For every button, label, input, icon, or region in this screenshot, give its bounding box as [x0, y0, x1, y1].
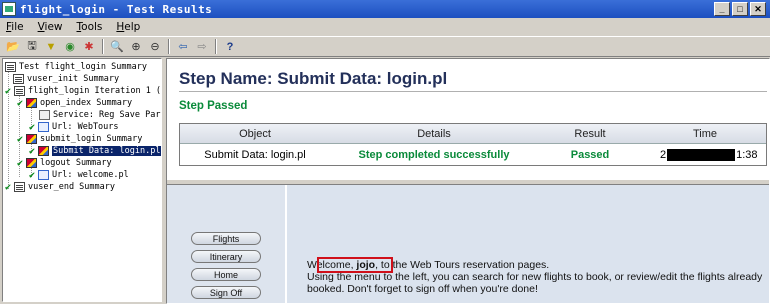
check-icon: ✔ [29, 145, 36, 157]
check-icon: ✔ [17, 157, 24, 169]
check-icon: ✔ [17, 97, 24, 109]
check-icon: ✔ [29, 121, 36, 133]
help-icon[interactable]: ? [221, 38, 239, 55]
search-icon[interactable]: ◉ [61, 38, 79, 55]
tree-item[interactable]: ✔ flight_login Iteration 1 (Ro [5, 85, 161, 97]
url-icon [38, 170, 49, 180]
time-suffix: 1:38 [736, 148, 758, 161]
tree-item[interactable]: ✔ open_index Summary [17, 97, 132, 109]
time-prefix: 2 [660, 148, 667, 161]
window-title: flight_login - Test Results [20, 2, 213, 16]
column-header: Details [417, 127, 451, 140]
result-cell: Passed [570, 148, 610, 161]
redaction-bar [667, 148, 736, 161]
column-header: Time [692, 127, 718, 140]
tree-item[interactable]: ✔ Url: WebTours [29, 121, 119, 133]
app-icon [2, 2, 16, 16]
action-step-icon [26, 98, 37, 108]
table-row: Submit Data: login.pl Step completed suc… [180, 144, 766, 165]
forward-arrow-icon[interactable]: ⇨ [193, 38, 211, 55]
menu-bar: File View Tools Help [0, 18, 770, 36]
menu-tools[interactable]: Tools [77, 21, 103, 33]
flights-button[interactable]: Flights [191, 232, 261, 245]
step-status: Step Passed [179, 100, 248, 112]
minimize-button[interactable]: _ [714, 2, 730, 16]
test-results-window: flight_login - Test Results _ □ ✕ File V… [0, 0, 770, 304]
highlight-box [317, 257, 393, 273]
filter-icon[interactable]: ▼ [42, 38, 60, 55]
column-header: Object [239, 127, 271, 140]
action-step-icon [26, 158, 37, 168]
menu-view[interactable]: View [38, 21, 63, 33]
toolbar-separator [215, 39, 217, 54]
open-icon[interactable]: 📂 [4, 38, 22, 55]
table-header: Object Details Result Time [180, 124, 766, 144]
summary-doc-icon [5, 62, 16, 72]
service-icon [39, 110, 50, 120]
close-button[interactable]: ✕ [750, 2, 766, 16]
check-icon: ✔ [5, 181, 12, 193]
check-icon: ✔ [17, 133, 24, 145]
tree-item[interactable]: vuser_init Summary [13, 73, 119, 85]
tree-item[interactable]: Test flight_login Summary [5, 61, 147, 73]
check-icon: ✔ [5, 85, 12, 97]
submit-data-icon [38, 146, 49, 156]
webtours-nav: Flights Itinerary Home Sign Off [167, 185, 287, 303]
url-icon [38, 122, 49, 132]
save-icon[interactable]: 🖫 [23, 38, 41, 55]
itinerary-button[interactable]: Itinerary [191, 250, 261, 263]
action-step-icon [26, 134, 37, 144]
title-bar: flight_login - Test Results _ □ ✕ [0, 0, 770, 18]
toolbar: 📂 🖫 ▼ ◉ ✱ 🔍 ⊕ ⊖ ⇦ ⇨ ? [0, 36, 770, 57]
menu-file[interactable]: File [6, 21, 24, 33]
tree-item[interactable]: ✔ submit_login Summary [17, 133, 142, 145]
details-panel: Step Name: Submit Data: login.pl Step Pa… [166, 58, 770, 304]
details-cell: Step completed successfully [358, 148, 510, 161]
menu-help[interactable]: Help [116, 21, 140, 33]
tree-item[interactable]: ✔ vuser_end Summary [5, 181, 115, 193]
summary-doc-icon [13, 74, 24, 84]
step-summary-pane: Step Name: Submit Data: login.pl Step Pa… [167, 59, 769, 179]
web-page-snapshot: Flights Itinerary Home Sign Off Welcome,… [167, 185, 769, 303]
back-arrow-icon[interactable]: ⇦ [174, 38, 192, 55]
welcome-body: Using the menu to the left, you can sear… [307, 271, 763, 295]
tree-item[interactable]: ✔ logout Summary [17, 157, 112, 169]
summary-doc-icon [14, 182, 25, 192]
results-tree[interactable]: Test flight_login Summary vuser_init Sum… [2, 58, 162, 302]
time-cell: 2 1:38 [642, 144, 768, 165]
tree-item[interactable]: ✔ Url: welcome.pl [29, 169, 129, 181]
iteration-doc-icon [14, 86, 25, 96]
title-divider [179, 91, 767, 92]
toolbar-separator [102, 39, 104, 54]
tree-item[interactable]: Service: Reg Save Pare [39, 109, 161, 121]
sign-off-button[interactable]: Sign Off [191, 286, 261, 299]
find-icon[interactable]: 🔍 [108, 38, 126, 55]
tree-item-selected[interactable]: ✔ Submit Data: login.pl [29, 145, 161, 157]
step-results-table: Object Details Result Time Submit Data: … [179, 123, 767, 166]
maximize-button[interactable]: □ [732, 2, 748, 16]
zoom-in-icon[interactable]: ⊕ [127, 38, 145, 55]
zoom-out-icon[interactable]: ⊖ [146, 38, 164, 55]
step-title: Step Name: Submit Data: login.pl [179, 69, 448, 88]
object-cell: Submit Data: login.pl [204, 148, 306, 161]
welcome-suffix: , to the Web Tours reservation pages. [375, 259, 550, 271]
check-icon: ✔ [29, 169, 36, 181]
refresh-icon[interactable]: ✱ [80, 38, 98, 55]
toolbar-separator [168, 39, 170, 54]
column-header: Result [574, 127, 606, 140]
home-button[interactable]: Home [191, 268, 261, 281]
